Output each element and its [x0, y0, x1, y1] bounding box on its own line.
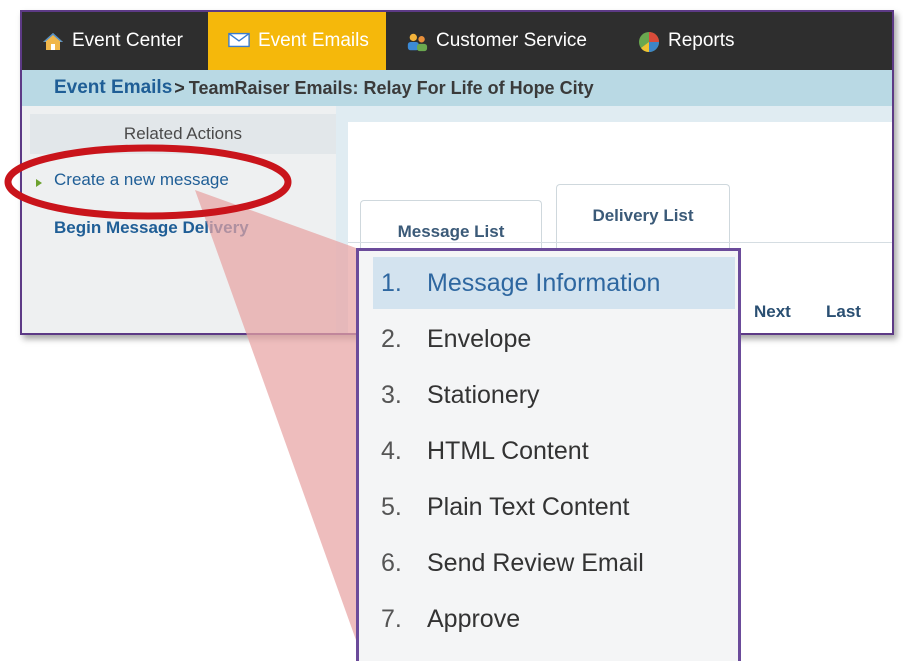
begin-message-delivery-link[interactable]: Begin Message Delivery	[54, 218, 249, 238]
step-send-review-email[interactable]: 6. Send Review Email	[373, 537, 735, 589]
step-label: Approve	[427, 604, 521, 633]
step-label: Stationery	[427, 380, 540, 409]
message-steps-list: 1. Message Information 2. Envelope 3. St…	[356, 248, 741, 661]
nav-label: Event Emails	[258, 30, 369, 51]
step-number: 3.	[381, 380, 402, 409]
step-html-content[interactable]: 4. HTML Content	[373, 425, 735, 477]
nav-event-emails[interactable]: Event Emails	[208, 12, 386, 70]
breadcrumb-separator: >	[174, 77, 185, 98]
step-message-information[interactable]: 1. Message Information	[373, 257, 735, 309]
step-number: 7.	[381, 604, 402, 633]
envelope-icon	[228, 31, 250, 51]
create-new-message-link[interactable]: Create a new message	[54, 170, 229, 190]
breadcrumb-current: TeamRaiser Emails: Relay For Life of Hop…	[188, 77, 594, 98]
arrow-right-icon	[36, 179, 42, 187]
step-plain-text-content[interactable]: 5. Plain Text Content	[373, 481, 735, 533]
step-label: Plain Text Content	[427, 492, 630, 521]
people-icon	[406, 31, 428, 52]
sidebar: Related Actions Create a new message Beg…	[22, 106, 336, 333]
nav-label: Customer Service	[436, 30, 587, 51]
step-number: 2.	[381, 324, 402, 353]
breadcrumb: Event Emails > TeamRaiser Emails: Relay …	[22, 70, 892, 106]
breadcrumb-link[interactable]: Event Emails	[54, 77, 172, 99]
nav-reports[interactable]: Reports	[618, 12, 778, 70]
step-stationery[interactable]: 3. Stationery	[373, 369, 735, 421]
step-number: 4.	[381, 436, 402, 465]
nav-event-center[interactable]: Event Center	[22, 12, 208, 70]
nav-label: Event Center	[72, 30, 183, 51]
step-number: 6.	[381, 548, 402, 577]
pager-last-link[interactable]: Last	[826, 302, 861, 322]
pager-next-link[interactable]: Next	[754, 302, 791, 322]
pie-chart-icon	[638, 31, 660, 52]
step-number: 1.	[381, 268, 402, 297]
step-label: Message Information	[427, 268, 661, 297]
nav-label: Reports	[668, 30, 735, 51]
step-label: Send Review Email	[427, 548, 644, 577]
step-label: HTML Content	[427, 436, 589, 465]
step-envelope[interactable]: 2. Envelope	[373, 313, 735, 365]
tab-divider	[348, 242, 892, 243]
nav-customer-service[interactable]: Customer Service	[386, 12, 618, 70]
step-label: Envelope	[427, 324, 532, 353]
step-approve[interactable]: 7. Approve	[373, 593, 735, 645]
related-actions-heading: Related Actions	[30, 114, 336, 154]
top-navigation: Event Center Event Emails Customer Servi…	[22, 12, 892, 70]
house-icon	[42, 31, 64, 51]
step-number: 5.	[381, 492, 402, 521]
